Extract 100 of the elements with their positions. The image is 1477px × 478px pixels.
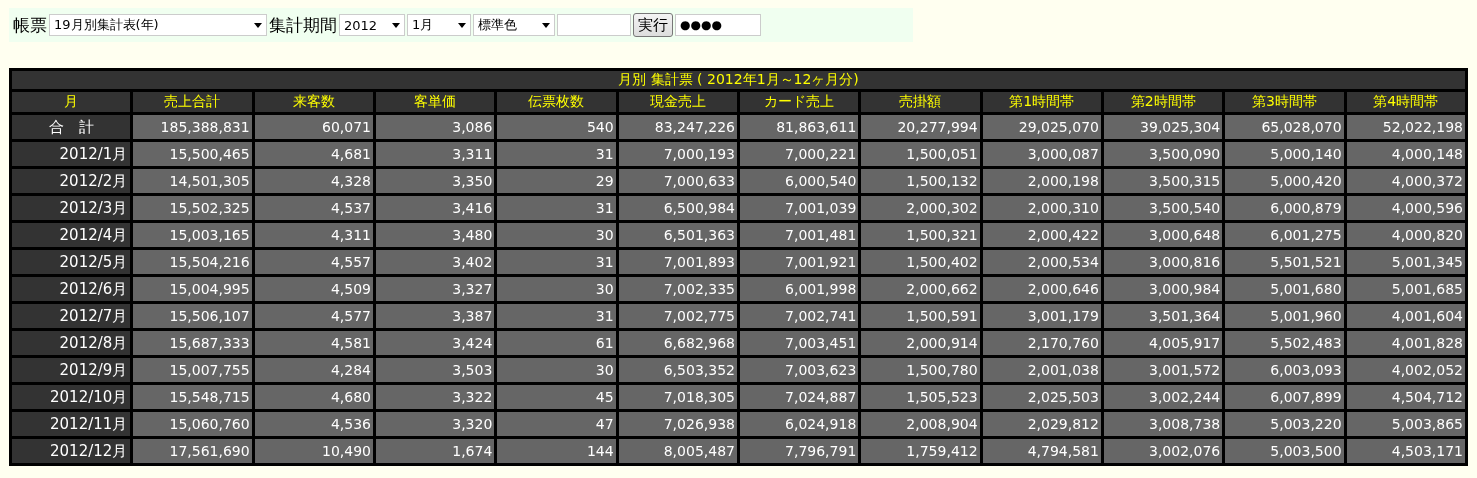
table-cell: 7,000,193 (618, 142, 737, 166)
column-header: 来客数 (254, 92, 373, 112)
table-cell: 4,509 (254, 277, 373, 301)
table-cell: 6,503,352 (618, 358, 737, 382)
table-cell: 2,000,302 (861, 196, 980, 220)
column-header: 売上合計 (133, 92, 252, 112)
table-cell: 4,000,596 (1346, 196, 1465, 220)
table-cell: 2,000,662 (861, 277, 980, 301)
table-cell: 4,581 (254, 331, 373, 355)
table-cell: 3,500,540 (1103, 196, 1223, 220)
month-label: 2012/9月 (12, 358, 131, 382)
table-cell: 5,003,500 (1225, 439, 1344, 463)
column-header: 現金売上 (618, 92, 737, 112)
month-label: 2012/11月 (12, 412, 131, 436)
table-cell: 3,311 (376, 142, 495, 166)
table-cell: 5,001,680 (1225, 277, 1344, 301)
table-cell: 4,537 (254, 196, 373, 220)
table-cell: 6,000,879 (1225, 196, 1344, 220)
table-cell: 29 (497, 169, 616, 193)
table-cell: 3,501,364 (1103, 304, 1223, 328)
month-label: 2012/6月 (12, 277, 131, 301)
report-select[interactable]: 19月別集計表(年) (49, 14, 267, 36)
table-cell: 3,001,179 (982, 304, 1101, 328)
table-cell: 31 (497, 196, 616, 220)
table-cell: 4,001,828 (1346, 331, 1465, 355)
month-label: 2012/4月 (12, 223, 131, 247)
table-cell: 7,000,221 (739, 142, 859, 166)
text-field[interactable] (557, 14, 631, 36)
table-cell: 15,506,107 (133, 304, 252, 328)
period-label: 集計期間 (269, 13, 337, 37)
table-cell: 4,005,917 (1103, 331, 1223, 355)
table-cell: 2,000,198 (982, 169, 1101, 193)
table-cell: 6,000,540 (739, 169, 859, 193)
table-cell: 1,500,402 (861, 250, 980, 274)
table-cell: 3,001,572 (1103, 358, 1223, 382)
table-cell: 4,794,581 (982, 439, 1101, 463)
table-cell: 4,000,148 (1346, 142, 1465, 166)
column-header: 客単価 (376, 92, 495, 112)
table-cell: 5,001,345 (1346, 250, 1465, 274)
column-header: 第1時間帯 (982, 92, 1101, 112)
table-cell: 6,001,275 (1225, 223, 1344, 247)
month-label: 2012/5月 (12, 250, 131, 274)
table-cell: 61 (497, 331, 616, 355)
table-cell: 31 (497, 250, 616, 274)
table-cell: 7,796,791 (739, 439, 859, 463)
table-cell: 6,001,998 (739, 277, 859, 301)
table-cell: 7,002,741 (739, 304, 859, 328)
column-header: カード売上 (739, 92, 859, 112)
month-select[interactable]: 1月 (407, 14, 471, 36)
table-cell: 6,007,899 (1225, 385, 1344, 409)
table-cell: 4,001,604 (1346, 304, 1465, 328)
table-cell: 7,001,893 (618, 250, 737, 274)
table-cell: 10,490 (254, 439, 373, 463)
table-cell: 6,682,968 (618, 331, 737, 355)
table-cell: 15,548,715 (133, 385, 252, 409)
table-cell: 7,002,335 (618, 277, 737, 301)
password-field[interactable]: ●●●● (675, 14, 761, 36)
table-cell: 7,001,481 (739, 223, 859, 247)
table-cell: 5,003,220 (1225, 412, 1344, 436)
table-cell: 144 (497, 439, 616, 463)
table-cell: 83,247,226 (618, 115, 737, 139)
table-cell: 4,000,372 (1346, 169, 1465, 193)
table-cell: 7,001,039 (739, 196, 859, 220)
caret-icon (392, 22, 400, 28)
table-cell: 4,000,820 (1346, 223, 1465, 247)
table-cell: 3,086 (376, 115, 495, 139)
table-cell: 52,022,198 (1346, 115, 1465, 139)
column-header: 第4時間帯 (1346, 92, 1465, 112)
table-title: 月別 集計票 ( 2012年1月～12ヶ月分) (12, 71, 1465, 89)
color-select[interactable]: 標準色 (473, 14, 555, 36)
month-label: 2012/7月 (12, 304, 131, 328)
table-cell: 47 (497, 412, 616, 436)
table-cell: 4,536 (254, 412, 373, 436)
table-cell: 5,003,865 (1346, 412, 1465, 436)
table-cell: 30 (497, 358, 616, 382)
table-cell: 5,000,420 (1225, 169, 1344, 193)
caret-icon (458, 22, 466, 28)
table-cell: 81,863,611 (739, 115, 859, 139)
table-cell: 45 (497, 385, 616, 409)
table-cell: 6,501,363 (618, 223, 737, 247)
table-cell: 14,501,305 (133, 169, 252, 193)
run-button[interactable]: 実行 (633, 13, 673, 37)
table-cell: 4,311 (254, 223, 373, 247)
table-cell: 4,503,171 (1346, 439, 1465, 463)
table-cell: 4,577 (254, 304, 373, 328)
table-cell: 2,170,760 (982, 331, 1101, 355)
table-cell: 15,003,165 (133, 223, 252, 247)
report-label: 帳票 (13, 13, 47, 37)
table-cell: 3,000,087 (982, 142, 1101, 166)
caret-icon (254, 22, 262, 28)
table-cell: 30 (497, 223, 616, 247)
table-cell: 2,025,503 (982, 385, 1101, 409)
table-cell: 6,024,918 (739, 412, 859, 436)
column-header: 伝票枚数 (497, 92, 616, 112)
table-cell: 2,000,646 (982, 277, 1101, 301)
table-cell: 29,025,070 (982, 115, 1101, 139)
table-cell: 31 (497, 142, 616, 166)
year-select[interactable]: 2012 (339, 14, 405, 36)
table-cell: 5,001,685 (1346, 277, 1465, 301)
table-cell: 3,000,816 (1103, 250, 1223, 274)
